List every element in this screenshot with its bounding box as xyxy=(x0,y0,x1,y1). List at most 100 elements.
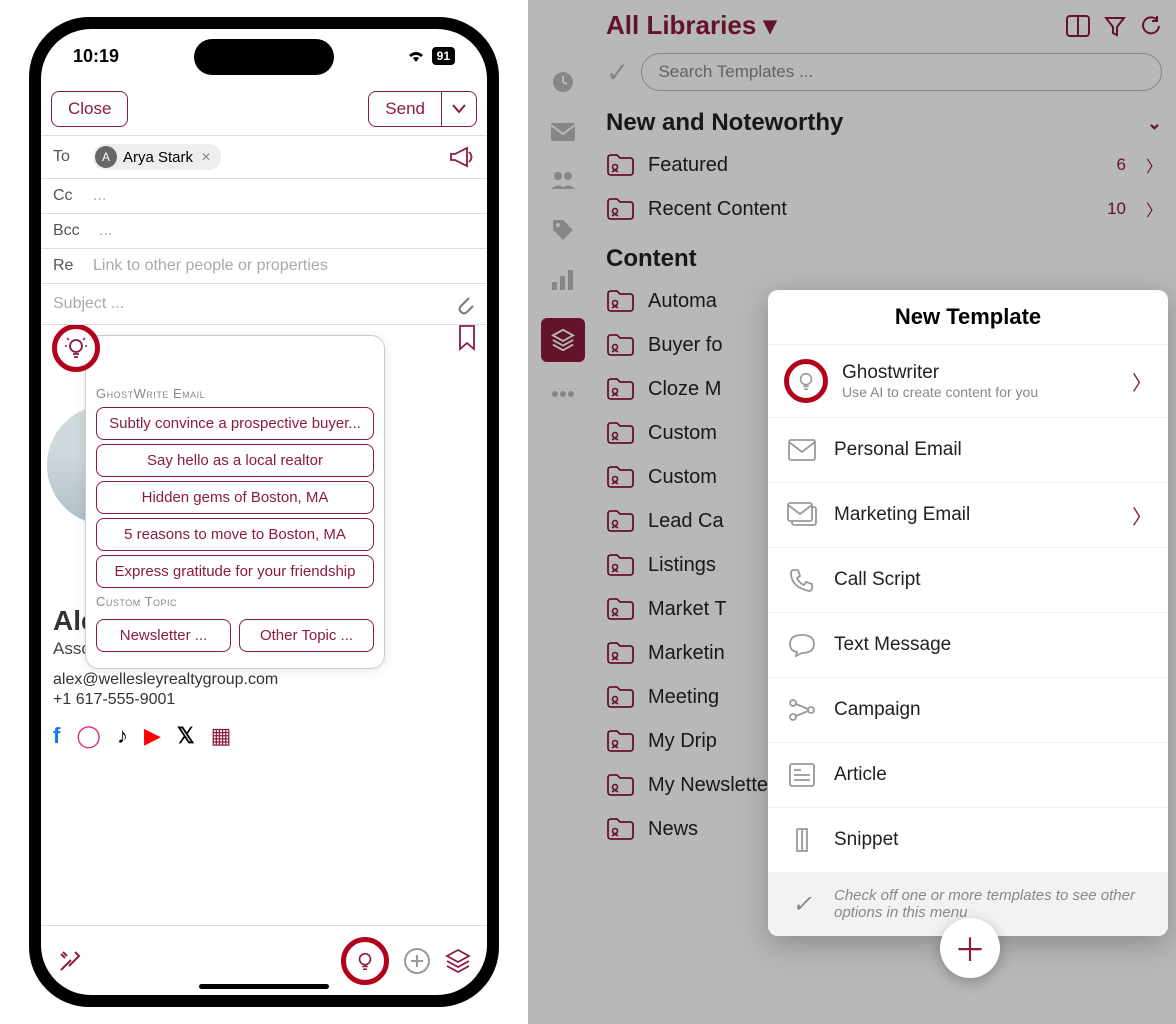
subject-row[interactable]: Subject ... xyxy=(41,284,487,325)
library-row-label: Market T xyxy=(648,598,727,621)
row-icon xyxy=(784,692,820,728)
ghostwrite-option[interactable]: Hidden gems of Boston, MA xyxy=(96,481,374,514)
recipient-chip[interactable]: A Arya Stark ✕ xyxy=(93,144,221,170)
new-template-row-personal-email[interactable]: Personal Email xyxy=(768,418,1168,483)
cc-field-row[interactable]: Cc ... xyxy=(41,179,487,214)
bcc-field-row[interactable]: Bcc ... xyxy=(41,214,487,249)
library-row-label: News xyxy=(648,818,698,841)
row-text: GhostwriterUse AI to create content for … xyxy=(842,362,1118,400)
library-row-count: 6 xyxy=(1117,155,1126,175)
to-label: To xyxy=(53,148,83,166)
new-template-row-campaign[interactable]: Campaign xyxy=(768,678,1168,743)
bookmark-icon[interactable] xyxy=(457,325,477,351)
re-field-row[interactable]: Re Link to other people or properties xyxy=(41,249,487,284)
add-fab-button[interactable]: ＋ xyxy=(940,918,1000,978)
close-button[interactable]: Close xyxy=(51,91,128,127)
row-text: Article xyxy=(834,764,1152,786)
libraries-dropdown[interactable]: All Libraries ▾ xyxy=(606,10,777,41)
mail-icon[interactable] xyxy=(550,122,576,142)
signature-phone: +1 617-555-9001 xyxy=(53,691,315,709)
ghostwrite-toolbar-button[interactable] xyxy=(341,937,389,985)
clock-icon[interactable] xyxy=(551,70,575,94)
row-icon xyxy=(784,432,820,468)
new-template-row-text-message[interactable]: Text Message xyxy=(768,613,1168,678)
chevron-right-icon: 〉 xyxy=(1146,197,1162,221)
send-button-group: Send xyxy=(368,91,477,127)
send-button[interactable]: Send xyxy=(368,91,441,127)
lightbulb-icon xyxy=(784,359,828,403)
tag-icon[interactable] xyxy=(551,218,575,242)
x-twitter-icon[interactable]: 𝕏 xyxy=(177,723,195,749)
phone-mockup-panel: 10:19 91 Close Send xyxy=(0,0,528,1024)
tools-icon[interactable] xyxy=(57,948,83,974)
section-content-header[interactable]: Content xyxy=(606,245,1162,273)
library-row-label: Listings xyxy=(648,554,716,577)
search-input[interactable]: Search Templates ... xyxy=(641,53,1162,91)
email-body[interactable]: Hi Arya, Ale Associate Broker, Wellesley… xyxy=(41,325,487,925)
status-time: 10:19 xyxy=(73,46,119,67)
compose-top-bar: Close Send xyxy=(41,83,487,136)
select-all-check-icon[interactable]: ✓ xyxy=(606,56,629,89)
add-circle-icon[interactable] xyxy=(403,947,431,975)
ghostwrite-bulb-icon[interactable] xyxy=(52,325,100,372)
library-row[interactable]: Recent Content10〉 xyxy=(606,187,1162,231)
battery-indicator: 91 xyxy=(432,47,455,65)
row-icon xyxy=(784,497,820,533)
new-template-row-call-script[interactable]: Call Script xyxy=(768,548,1168,613)
new-template-row-article[interactable]: Article xyxy=(768,743,1168,808)
people-icon[interactable] xyxy=(549,170,577,190)
new-template-footer-text: Check off one or more templates to see o… xyxy=(834,887,1152,921)
new-template-row-snippet[interactable]: Snippet xyxy=(768,808,1168,872)
layers-icon[interactable] xyxy=(445,948,471,974)
phone-frame: 10:19 91 Close Send xyxy=(29,17,499,1007)
section-noteworthy-header[interactable]: New and Noteworthy ⌄ xyxy=(606,109,1162,137)
library-row-label: Marketin xyxy=(648,642,725,665)
facebook-icon[interactable]: f xyxy=(53,723,60,749)
tiktok-icon[interactable]: ♪ xyxy=(117,723,128,749)
ghostwrite-newsletter-button[interactable]: Newsletter ... xyxy=(96,619,231,652)
paperclip-icon[interactable] xyxy=(453,292,475,316)
megaphone-icon[interactable] xyxy=(449,146,475,168)
to-field-row[interactable]: To A Arya Stark ✕ xyxy=(41,136,487,179)
library-row-label: Custom xyxy=(648,466,717,489)
library-row-label: Buyer fo xyxy=(648,334,722,357)
row-text: Personal Email xyxy=(834,439,1152,461)
folder-icon xyxy=(606,598,634,620)
more-icon[interactable] xyxy=(551,390,575,398)
row-icon xyxy=(784,627,820,663)
cc-placeholder: ... xyxy=(93,187,475,205)
ghostwrite-option[interactable]: 5 reasons to move to Boston, MA xyxy=(96,518,374,551)
wifi-icon xyxy=(406,49,426,63)
chevron-right-icon: 〉 xyxy=(1132,367,1152,396)
folder-icon xyxy=(606,198,634,220)
youtube-icon[interactable]: ▶ xyxy=(144,723,161,749)
ghostwrite-option[interactable]: Subtly convince a prospective buyer... xyxy=(96,407,374,440)
bcc-label: Bcc xyxy=(53,222,89,240)
columns-icon[interactable] xyxy=(1066,15,1090,37)
chip-remove-icon[interactable]: ✕ xyxy=(199,150,213,164)
row-text: Text Message xyxy=(834,634,1152,656)
filter-icon[interactable] xyxy=(1104,15,1126,37)
right-nav-sidebar xyxy=(528,0,598,1024)
instagram-icon[interactable]: ◯ xyxy=(76,723,101,749)
library-icon[interactable] xyxy=(541,318,585,362)
ghostwrite-option[interactable]: Say hello as a local realtor xyxy=(96,444,374,477)
new-template-row-ghostwriter[interactable]: GhostwriterUse AI to create content for … xyxy=(768,345,1168,418)
folder-icon xyxy=(606,466,634,488)
folder-icon xyxy=(606,686,634,708)
analytics-icon[interactable] xyxy=(551,270,575,290)
ghostwrite-option[interactable]: Express gratitude for your friendship xyxy=(96,555,374,588)
new-template-row-marketing-email[interactable]: Marketing Email〉 xyxy=(768,483,1168,548)
library-row-label: Meeting xyxy=(648,686,719,709)
refresh-icon[interactable] xyxy=(1140,15,1162,37)
cc-label: Cc xyxy=(53,187,83,205)
ghostwrite-other-topic-button[interactable]: Other Topic ... xyxy=(239,619,374,652)
row-text: Call Script xyxy=(834,569,1152,591)
subject-placeholder: Subject ... xyxy=(53,295,124,313)
section-content-label: Content xyxy=(606,245,697,273)
library-row[interactable]: Featured6〉 xyxy=(606,143,1162,187)
calendar-icon[interactable]: ▦ xyxy=(211,723,232,749)
send-dropdown-button[interactable] xyxy=(441,91,477,127)
library-row-label: Lead Ca xyxy=(648,510,724,533)
row-text: Snippet xyxy=(834,829,1152,851)
